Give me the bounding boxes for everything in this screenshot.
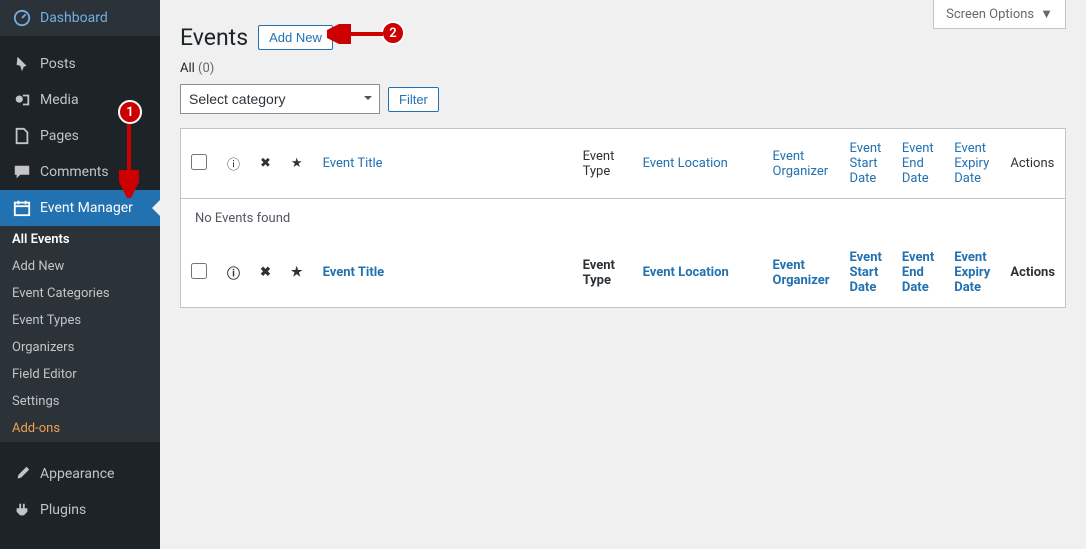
col-location[interactable]: Event Location xyxy=(643,156,728,171)
menu-label: Pages xyxy=(40,128,79,144)
select-all-checkbox[interactable] xyxy=(191,154,207,170)
close-icon: ✖ xyxy=(250,238,281,308)
submenu-field-editor[interactable]: Field Editor xyxy=(0,361,160,388)
col-end[interactable]: Event End Date xyxy=(902,141,934,186)
col-location[interactable]: Event Location xyxy=(643,265,729,280)
col-title[interactable]: Event Title xyxy=(323,265,385,280)
status-all-count: (0) xyxy=(198,61,214,76)
filter-button[interactable]: Filter xyxy=(388,87,439,112)
menu-dashboard[interactable]: Dashboard xyxy=(0,0,160,36)
no-results-row: No Events found xyxy=(181,199,1066,239)
media-icon xyxy=(12,90,32,110)
plug-icon xyxy=(12,500,32,520)
menu-label: Appearance xyxy=(40,466,114,482)
col-organizer[interactable]: Event Organizer xyxy=(773,149,829,179)
submenu-addons[interactable]: Add-ons xyxy=(0,415,160,442)
page-icon xyxy=(12,126,32,146)
filter-bar: Select category Filter xyxy=(180,84,1066,114)
dashboard-icon xyxy=(12,8,32,28)
events-table: ⓘ ✖ ★ Event Title Event Type Event Locat… xyxy=(180,128,1066,308)
submenu-organizers[interactable]: Organizers xyxy=(0,334,160,361)
screen-options-toggle[interactable]: Screen Options ▼ xyxy=(933,0,1066,29)
brush-icon xyxy=(12,464,32,484)
table-footer-row: ⓘ ✖ ★ Event Title Event Type Event Locat… xyxy=(181,238,1066,308)
submenu-types[interactable]: Event Types xyxy=(0,307,160,334)
menu-comments[interactable]: Comments xyxy=(0,154,160,190)
submenu-settings[interactable]: Settings xyxy=(0,388,160,415)
info-icon: ⓘ xyxy=(217,129,250,199)
col-end[interactable]: Event End Date xyxy=(902,250,934,295)
select-all-checkbox-footer[interactable] xyxy=(191,263,207,279)
col-expiry[interactable]: Event Expiry Date xyxy=(954,141,989,186)
calendar-icon xyxy=(12,198,32,218)
main-content: Screen Options ▼ Events Add New All (0) … xyxy=(160,0,1086,549)
star-icon: ★ xyxy=(281,238,313,308)
info-icon: ⓘ xyxy=(217,238,250,308)
add-new-button[interactable]: Add New xyxy=(258,25,333,50)
submenu-all-events[interactable]: All Events xyxy=(0,226,160,253)
menu-plugins[interactable]: Plugins xyxy=(0,492,160,528)
admin-sidebar: Dashboard Posts Media Pages Comments Eve… xyxy=(0,0,160,549)
chevron-down-icon: ▼ xyxy=(1040,6,1053,22)
menu-label: Media xyxy=(40,92,79,108)
submenu-categories[interactable]: Event Categories xyxy=(0,280,160,307)
submenu-add-new[interactable]: Add New xyxy=(0,253,160,280)
menu-appearance[interactable]: Appearance xyxy=(0,456,160,492)
col-start[interactable]: Event Start Date xyxy=(850,250,882,295)
event-manager-submenu: All Events Add New Event Categories Even… xyxy=(0,226,160,442)
menu-label: Comments xyxy=(40,164,109,180)
menu-posts[interactable]: Posts xyxy=(0,46,160,82)
col-title[interactable]: Event Title xyxy=(323,156,383,171)
close-icon: ✖ xyxy=(250,129,281,199)
menu-event-manager[interactable]: Event Manager xyxy=(0,190,160,226)
annotation-badge-2: 2 xyxy=(381,21,405,45)
menu-label: Dashboard xyxy=(40,10,108,26)
table-header-row: ⓘ ✖ ★ Event Title Event Type Event Locat… xyxy=(181,129,1066,199)
status-filter: All (0) xyxy=(180,51,1066,84)
pin-icon xyxy=(12,54,32,74)
category-select[interactable]: Select category xyxy=(180,84,380,114)
star-icon: ★ xyxy=(281,129,313,199)
no-results-text: No Events found xyxy=(181,199,1066,239)
status-all-label[interactable]: All xyxy=(180,61,195,76)
menu-label: Posts xyxy=(40,56,76,72)
col-actions: Actions xyxy=(1000,129,1065,199)
screen-options-label: Screen Options xyxy=(946,7,1034,22)
annotation-badge-1: 1 xyxy=(118,100,142,124)
col-start[interactable]: Event Start Date xyxy=(850,141,882,186)
menu-label: Event Manager xyxy=(40,200,133,216)
page-title: Events xyxy=(180,24,248,51)
col-type: Event Type xyxy=(573,129,633,199)
col-type: Event Type xyxy=(573,238,633,308)
menu-pages[interactable]: Pages xyxy=(0,118,160,154)
col-organizer[interactable]: Event Organizer xyxy=(773,258,830,288)
col-expiry[interactable]: Event Expiry Date xyxy=(954,250,990,295)
col-actions: Actions xyxy=(1000,238,1065,308)
comment-icon xyxy=(12,162,32,182)
menu-label: Plugins xyxy=(40,502,86,518)
